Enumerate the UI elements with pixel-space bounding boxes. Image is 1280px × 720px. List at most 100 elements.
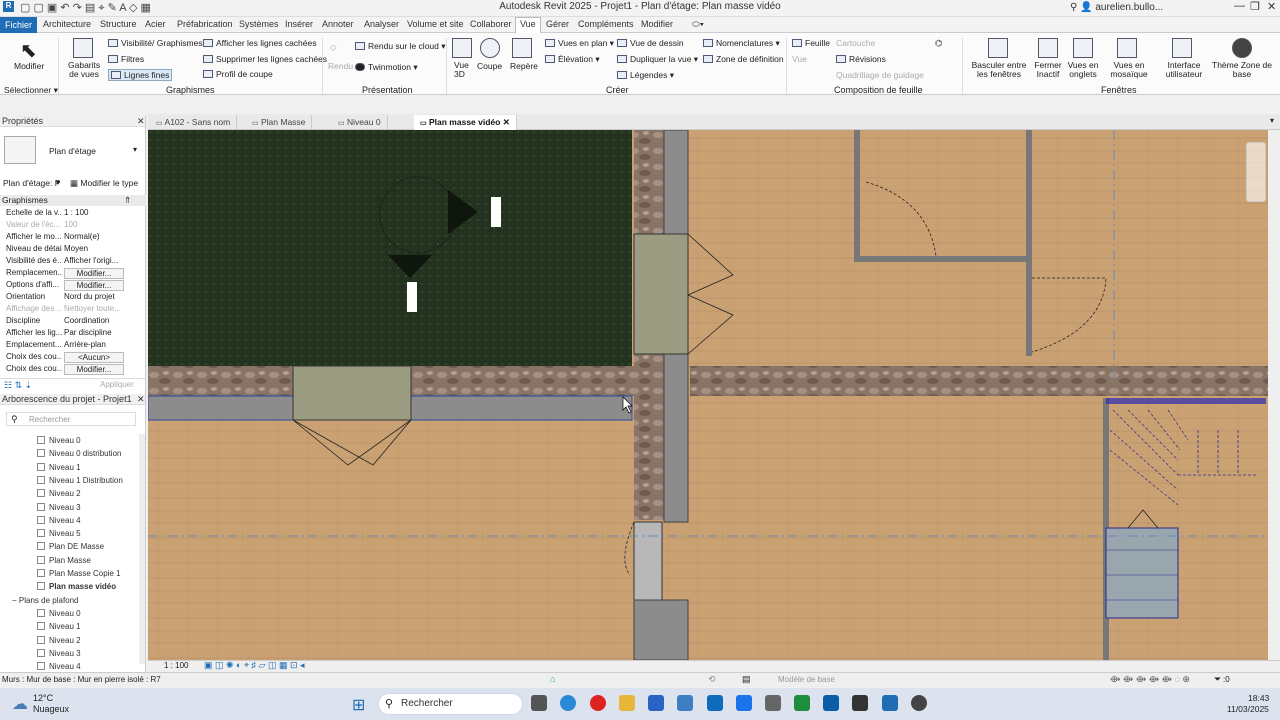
- property-row[interactable]: Discipline Coordination: [0, 316, 146, 328]
- modify-button[interactable]: Modifier: [14, 61, 44, 71]
- browser-group-ceiling[interactable]: − Plans de plafond: [12, 596, 79, 605]
- browser-item-view[interactable]: Niveau 1: [37, 462, 81, 472]
- tab-view-plan-masse-video[interactable]: ▭ Plan masse vidéo ✕: [414, 115, 517, 130]
- scope-box-button[interactable]: Zone de définition: [703, 54, 784, 64]
- clock-time[interactable]: 18:43: [1248, 693, 1269, 703]
- tab-modify[interactable]: Modifier: [641, 19, 673, 29]
- tab-insert[interactable]: Insérer: [285, 19, 313, 29]
- property-value[interactable]: Nord du projet: [64, 292, 124, 301]
- filter-icon[interactable]: ⏷: [1214, 674, 1221, 685]
- instance-filter[interactable]: Plan d'étage: P: [3, 178, 60, 188]
- browser-item-ceiling[interactable]: Niveau 0: [37, 608, 81, 618]
- property-row[interactable]: Remplacemen... Modifier...: [0, 268, 146, 280]
- type-dropdown-icon[interactable]: ▾: [133, 145, 137, 154]
- tabs-menu-icon[interactable]: ▾: [1270, 116, 1274, 125]
- property-value[interactable]: Nettoyer toute...: [64, 304, 124, 313]
- tab-structure[interactable]: Structure: [100, 19, 137, 29]
- collapse-icon[interactable]: ⇑: [124, 195, 131, 206]
- render-button[interactable]: Rendu: [328, 61, 353, 71]
- property-row[interactable]: Choix des cou... Modifier...: [0, 364, 146, 376]
- apply-button[interactable]: Appliquer: [100, 380, 134, 389]
- property-row[interactable]: Orientation Nord du projet: [0, 292, 146, 304]
- duplicate-view-button[interactable]: Dupliquer la vue ▾: [617, 54, 698, 65]
- drafting-view-button[interactable]: Vue de dessin: [617, 38, 684, 48]
- opera-icon[interactable]: [590, 695, 606, 711]
- close-properties-icon[interactable]: ✕: [137, 116, 145, 127]
- wall-core[interactable]: [633, 599, 689, 660]
- weather-temp[interactable]: 12°C: [33, 693, 53, 703]
- switch-windows-button[interactable]: Basculer entre les fenêtres: [968, 61, 1030, 79]
- remove-hidden-lines-button[interactable]: Supprimer les lignes cachées: [203, 54, 327, 64]
- tab-collaborate[interactable]: Collaborer: [470, 19, 512, 29]
- view-3d-button[interactable]: Vue 3D: [454, 61, 469, 79]
- elevation-tag[interactable]: [491, 197, 501, 227]
- close-tab-icon[interactable]: ✕: [503, 117, 510, 127]
- browser-item-ceiling[interactable]: Niveau 3: [37, 648, 81, 658]
- view-controls-icons[interactable]: ▣ ◫ ✺ ◐ ⌖ ♯ ▱ ◫ ▦ ⊡ ◂: [204, 660, 305, 671]
- clock-date[interactable]: 11/03/2025: [1227, 704, 1269, 714]
- partition-wall[interactable]: [854, 130, 860, 262]
- stair-boundary[interactable]: [1106, 398, 1266, 404]
- selection-options-icons[interactable]: ⟴ ⟴ ⟴ ⟴ ⟴ ◌ ⊕: [1110, 674, 1190, 685]
- property-row[interactable]: Niveau de détail Moyen: [0, 244, 146, 256]
- browser-scrollbar[interactable]: [139, 434, 145, 664]
- cut-profile-button[interactable]: Profil de coupe: [203, 69, 273, 79]
- section-button[interactable]: Coupe: [477, 61, 502, 71]
- property-value[interactable]: Coordination: [64, 316, 124, 325]
- windows-start-icon[interactable]: ⊞: [352, 695, 365, 715]
- tab-steel[interactable]: Acier: [145, 19, 166, 29]
- browser-item-view[interactable]: Niveau 0 distribution: [37, 449, 121, 458]
- twinmotion-button[interactable]: Twinmotion ▾: [355, 62, 418, 73]
- file-explorer-icon[interactable]: [619, 695, 635, 711]
- browser-item-view[interactable]: Niveau 4: [37, 515, 81, 525]
- edit-type-button[interactable]: ▦ Modifier le type: [70, 178, 138, 189]
- canvas-vertical-scrollbar[interactable]: [1268, 130, 1280, 660]
- minimize-button[interactable]: —: [1234, 0, 1245, 12]
- theme-button[interactable]: Thème Zone de base: [1212, 61, 1272, 79]
- tab-overflow-icon[interactable]: ⬭▾: [692, 19, 704, 30]
- task-view-icon[interactable]: [531, 695, 547, 711]
- tab-view[interactable]: Vue: [515, 17, 541, 33]
- tab-file[interactable]: Fichier: [0, 17, 38, 33]
- instance-dropdown-icon[interactable]: ▾: [56, 178, 60, 187]
- door-leaf[interactable]: [633, 521, 663, 601]
- property-row[interactable]: Options d'affi... Modifier...: [0, 280, 146, 292]
- browser-item-view[interactable]: Plan masse vidéo: [37, 582, 116, 591]
- tab-view-niveau-0[interactable]: ▭ Niveau 0: [332, 115, 388, 130]
- model-selector[interactable]: Modèle de base: [778, 675, 835, 684]
- property-value[interactable]: Normal(e): [64, 232, 124, 241]
- excel-icon[interactable]: [794, 695, 810, 711]
- browser-item-ceiling[interactable]: Niveau 2: [37, 635, 81, 645]
- select-dropdown[interactable]: Sélectionner ▾: [4, 85, 58, 96]
- browser-item-view[interactable]: Plan Masse: [37, 555, 91, 565]
- plan-views-button[interactable]: Vues en plan ▾: [545, 38, 614, 49]
- tabbed-views-button[interactable]: Vues en onglets: [1064, 61, 1102, 79]
- app-icon[interactable]: [852, 695, 868, 711]
- property-value[interactable]: Modifier...: [64, 280, 124, 291]
- sort-icons[interactable]: ☷ ⇅ ⇣: [4, 380, 32, 391]
- guide-grid-button[interactable]: Quadrillage de guidage: [836, 70, 924, 80]
- property-row[interactable]: Valeur de l'éc... 100: [0, 220, 146, 232]
- user-interface-button[interactable]: Interface utilisateur: [1160, 61, 1208, 79]
- revit-taskbar-icon[interactable]: [882, 695, 898, 711]
- settings-icon[interactable]: [765, 695, 781, 711]
- property-row[interactable]: Visibilité des é... Afficher l'origi...: [0, 256, 146, 268]
- tab-manage[interactable]: Gérer: [546, 19, 569, 29]
- stair-flight[interactable]: [1105, 527, 1179, 619]
- browser-item-view[interactable]: Niveau 5: [37, 529, 81, 538]
- property-row[interactable]: Affichage des ... Nettoyer toute...: [0, 304, 146, 316]
- tab-systems[interactable]: Systèmes: [239, 19, 279, 29]
- property-value[interactable]: Par discipline: [64, 328, 124, 337]
- property-row[interactable]: Emplacement... Arrière-plan: [0, 340, 146, 352]
- partition-wall[interactable]: [1026, 130, 1032, 356]
- app-icon[interactable]: [736, 695, 752, 711]
- property-value[interactable]: 100: [64, 220, 124, 229]
- close-inactive-button[interactable]: Fermer Inactif: [1034, 61, 1062, 79]
- store-icon[interactable]: [677, 695, 693, 711]
- browser-search-input[interactable]: ⚲ Rechercher: [6, 412, 136, 426]
- view-placement-button[interactable]: Vue: [792, 54, 807, 64]
- view-templates-button[interactable]: Gabarits de vues: [68, 61, 100, 79]
- property-value[interactable]: Moyen: [64, 244, 124, 253]
- tab-view-a102[interactable]: ▭ A102 - Sans nom: [150, 115, 238, 130]
- stone-wall[interactable]: [690, 366, 1268, 396]
